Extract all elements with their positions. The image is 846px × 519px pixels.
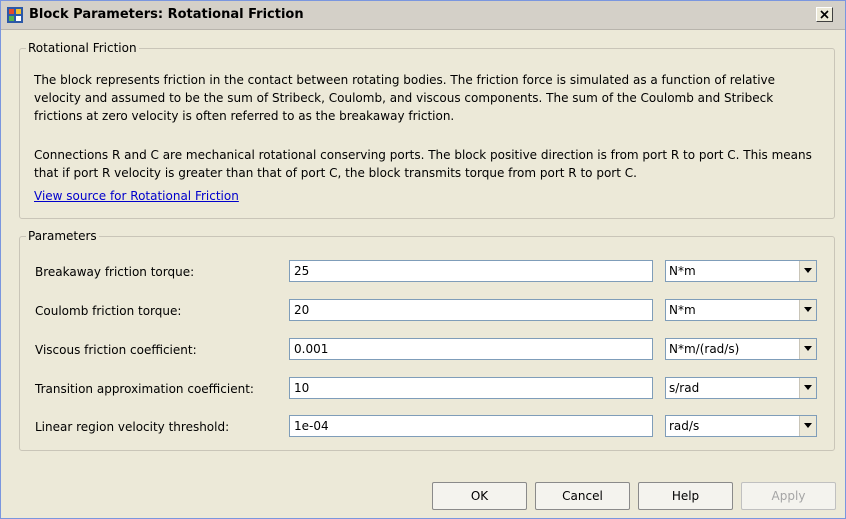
title-bar[interactable]: Block Parameters: Rotational Friction [1,1,845,30]
coulomb-torque-input[interactable]: 20 [289,299,653,321]
simulink-block-icon [7,7,23,23]
chevron-down-icon [804,385,812,390]
chevron-down-icon [804,307,812,312]
unit-value: s/rad [669,381,700,395]
velocity-threshold-input[interactable]: 1e-04 [289,415,653,437]
unit-value: rad/s [669,419,700,433]
close-icon [820,10,829,19]
transition-coefficient-input[interactable]: 10 [289,377,653,399]
unit-value: N*m [669,264,696,278]
dropdown-button[interactable] [799,339,816,359]
block-parameters-dialog: Block Parameters: Rotational Friction Ro… [0,0,846,519]
description-paragraph-1: The block represents friction in the con… [34,71,834,125]
coulomb-torque-label: Coulomb friction torque: [35,304,182,318]
chevron-down-icon [804,423,812,428]
description-line: frictions at zero velocity is often refe… [34,109,455,123]
description-legend: Rotational Friction [28,41,137,55]
description-line: Connections R and C are mechanical rotat… [34,148,812,162]
chevron-down-icon [804,268,812,273]
ok-button[interactable]: OK [432,482,527,510]
dropdown-button[interactable] [799,416,816,436]
breakaway-torque-label: Breakaway friction torque: [35,265,195,279]
transition-coefficient-label: Transition approximation coefficient: [35,382,254,396]
chevron-down-icon [804,346,812,351]
dropdown-button[interactable] [799,378,816,398]
viscous-coefficient-label: Viscous friction coefficient: [35,343,197,357]
parameters-legend: Parameters [28,229,97,243]
breakaway-torque-unit-select[interactable]: N*m [665,260,817,282]
view-source-link[interactable]: View source for Rotational Friction [34,189,239,203]
close-button[interactable] [816,7,833,22]
dropdown-button[interactable] [799,261,816,281]
description-paragraph-2: Connections R and C are mechanical rotat… [34,146,834,182]
apply-button[interactable]: Apply [741,482,836,510]
unit-value: N*m [669,303,696,317]
window-title: Block Parameters: Rotational Friction [29,7,304,22]
viscous-coefficient-input[interactable]: 0.001 [289,338,653,360]
breakaway-torque-input[interactable]: 25 [289,260,653,282]
coulomb-torque-unit-select[interactable]: N*m [665,299,817,321]
unit-value: N*m/(rad/s) [669,342,740,356]
transition-coefficient-unit-select[interactable]: s/rad [665,377,817,399]
help-button[interactable]: Help [638,482,733,510]
dropdown-button[interactable] [799,300,816,320]
velocity-threshold-unit-select[interactable]: rad/s [665,415,817,437]
description-line: that if port R velocity is greater than … [34,166,637,180]
velocity-threshold-label: Linear region velocity threshold: [35,420,230,434]
description-line: The block represents friction in the con… [34,73,776,87]
cancel-button[interactable]: Cancel [535,482,630,510]
viscous-coefficient-unit-select[interactable]: N*m/(rad/s) [665,338,817,360]
description-line: velocity and assumed to be the sum of St… [34,91,774,105]
